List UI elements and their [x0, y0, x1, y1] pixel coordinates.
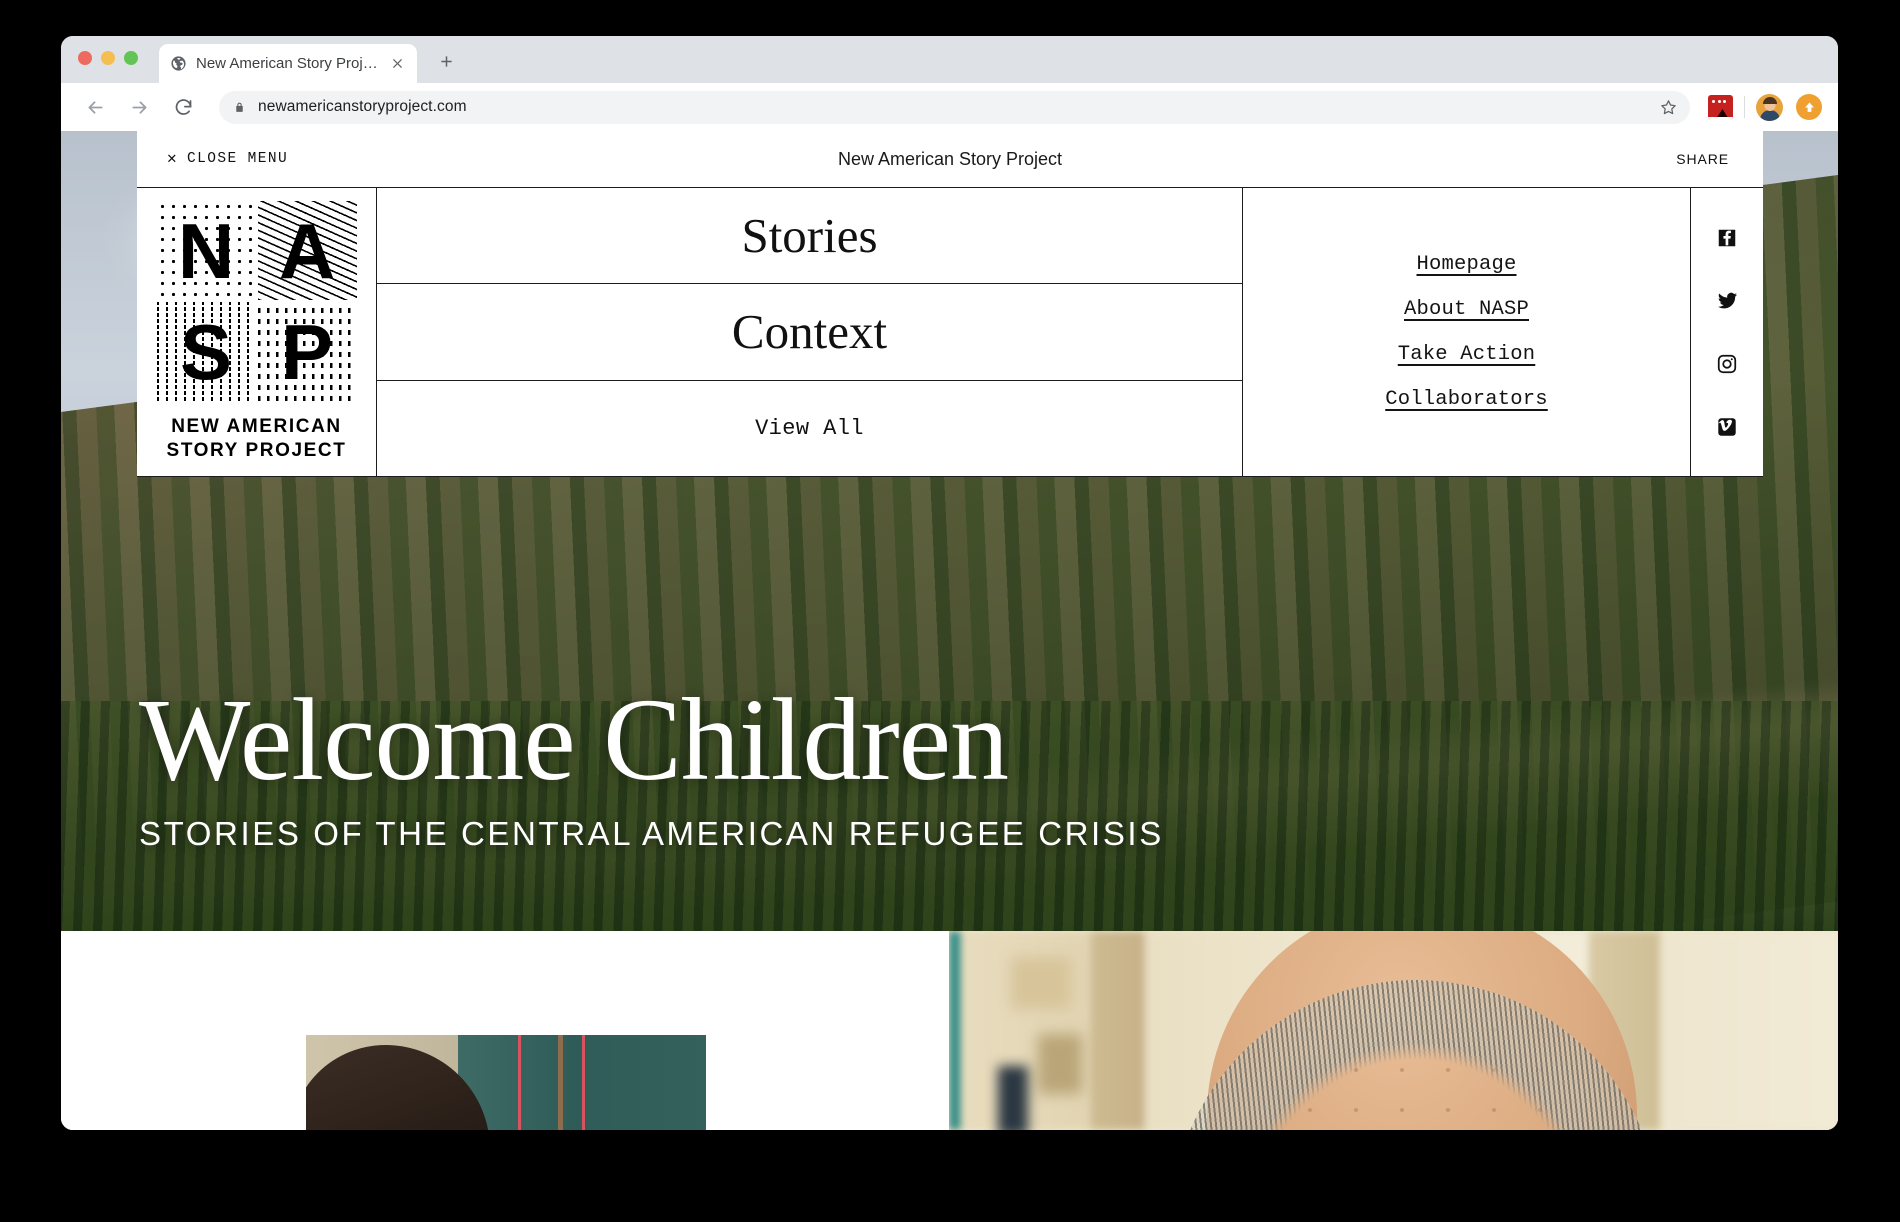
primary-nav: Stories Context View All: [377, 188, 1243, 476]
share-button[interactable]: SHARE: [1676, 151, 1729, 167]
logo-square-p: P: [257, 302, 357, 402]
close-x-icon: ✕: [167, 150, 179, 168]
logo-wordmark-line2: STORY PROJECT: [166, 440, 347, 461]
logo-wordmark-line1: NEW AMERICAN: [171, 416, 342, 438]
lock-icon: [233, 100, 246, 115]
nav-link-collaborators[interactable]: Collaborators: [1385, 388, 1548, 411]
logo-letter: A: [278, 206, 336, 295]
nav-item-context[interactable]: Context: [377, 284, 1242, 381]
browser-window: New American Story Project newamericanst…: [61, 36, 1838, 1130]
tab-strip: New American Story Project: [61, 36, 1838, 83]
forward-arrow-icon[interactable]: [121, 89, 157, 125]
star-icon[interactable]: [1656, 95, 1680, 119]
logo-wordmark: NEW AMERICAN STORY PROJECT: [167, 415, 347, 463]
browser-tab[interactable]: New American Story Project: [159, 44, 417, 83]
social-links: [1691, 188, 1763, 476]
secondary-nav: Homepage About NASP Take Action Collabor…: [1243, 188, 1691, 476]
logo-letter-grid: N A S P: [156, 201, 357, 402]
hero-text-block: Welcome Children STORIES OF THE CENTRAL …: [139, 681, 1164, 853]
story-cards-row: [61, 931, 1838, 1130]
facebook-icon[interactable]: [1716, 226, 1739, 249]
nav-link-take-action[interactable]: Take Action: [1398, 343, 1536, 366]
nav-link-homepage[interactable]: Homepage: [1416, 253, 1516, 276]
back-arrow-icon[interactable]: [77, 89, 113, 125]
nav-item-label: View All: [755, 415, 864, 441]
nav-link-about-nasp[interactable]: About NASP: [1404, 298, 1529, 321]
logo-letter: P: [280, 307, 334, 396]
nasp-logo[interactable]: N A S P NEW AMERICAN STORY PROJECT: [137, 188, 377, 476]
hero-title: Welcome Children: [139, 674, 1009, 805]
logo-letter: S: [179, 307, 233, 396]
instagram-icon[interactable]: [1716, 352, 1739, 375]
new-tab-button[interactable]: [433, 48, 459, 74]
globe-icon: [170, 55, 187, 72]
nav-item-stories[interactable]: Stories: [377, 188, 1242, 285]
address-bar[interactable]: newamericanstoryproject.com: [219, 90, 1690, 124]
vimeo-icon[interactable]: [1716, 415, 1739, 438]
logo-square-n: N: [156, 201, 256, 301]
url-text: newamericanstoryproject.com: [258, 98, 467, 115]
story-card-right[interactable]: [949, 931, 1838, 1130]
minimize-window-button[interactable]: [101, 51, 115, 65]
story-card-left[interactable]: [61, 931, 949, 1130]
update-arrow-icon[interactable]: [1796, 94, 1822, 120]
tab-title: New American Story Project: [196, 55, 379, 72]
logo-letter: N: [177, 206, 235, 295]
story-card-left-photo: [306, 1035, 706, 1130]
page-viewport: Welcome Children STORIES OF THE CENTRAL …: [61, 131, 1838, 1130]
logo-square-a: A: [257, 201, 357, 301]
avatar-icon[interactable]: [1756, 93, 1783, 121]
site-menu-overlay: ✕ CLOSE MENU New American Story Project …: [137, 131, 1763, 477]
maximize-window-button[interactable]: [124, 51, 138, 65]
nav-item-label: Stories: [741, 208, 878, 264]
close-tab-icon[interactable]: [388, 55, 406, 73]
close-menu-button[interactable]: ✕ CLOSE MENU: [167, 151, 288, 167]
site-title: New American Story Project: [837, 148, 1063, 169]
window-controls: [78, 51, 138, 65]
logo-square-s: S: [156, 302, 256, 402]
toolbar-divider: [1744, 96, 1745, 118]
nav-item-view-all[interactable]: View All: [377, 381, 1242, 476]
site-menu-body: N A S P NEW AMERICAN STORY PROJECT Stori…: [137, 188, 1763, 476]
extension-icon[interactable]: [1708, 94, 1733, 120]
close-menu-label: CLOSE MENU: [187, 151, 289, 167]
twitter-icon[interactable]: [1716, 289, 1739, 312]
hero-subtitle: STORIES OF THE CENTRAL AMERICAN REFUGEE …: [139, 815, 1164, 852]
close-window-button[interactable]: [78, 51, 92, 65]
browser-toolbar: newamericanstoryproject.com: [61, 83, 1838, 131]
nav-item-label: Context: [731, 304, 888, 360]
reload-icon[interactable]: [165, 89, 201, 125]
site-menu-bar: ✕ CLOSE MENU New American Story Project …: [137, 131, 1763, 188]
